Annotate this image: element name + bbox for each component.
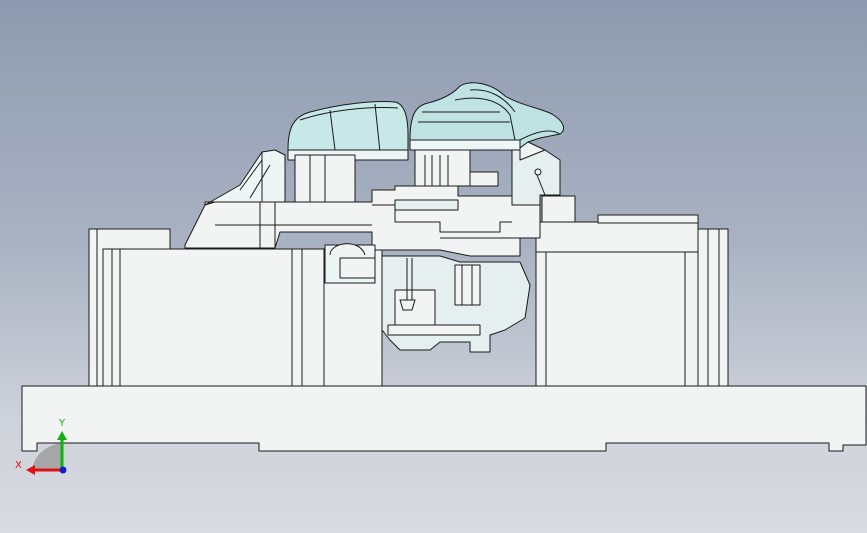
left-bracket[interactable] [204, 149, 286, 206]
z-axis-point [59, 466, 67, 474]
right-support-block[interactable] [535, 214, 729, 387]
model-assembly[interactable] [21, 82, 867, 452]
x-axis-label: X [15, 460, 22, 471]
upper-hood-right[interactable] [409, 82, 565, 151]
y-axis-label: Y [58, 418, 66, 429]
base-plate[interactable] [21, 385, 867, 452]
upper-hood-left[interactable] [287, 101, 409, 203]
cad-viewport[interactable]: X Y [0, 0, 867, 533]
